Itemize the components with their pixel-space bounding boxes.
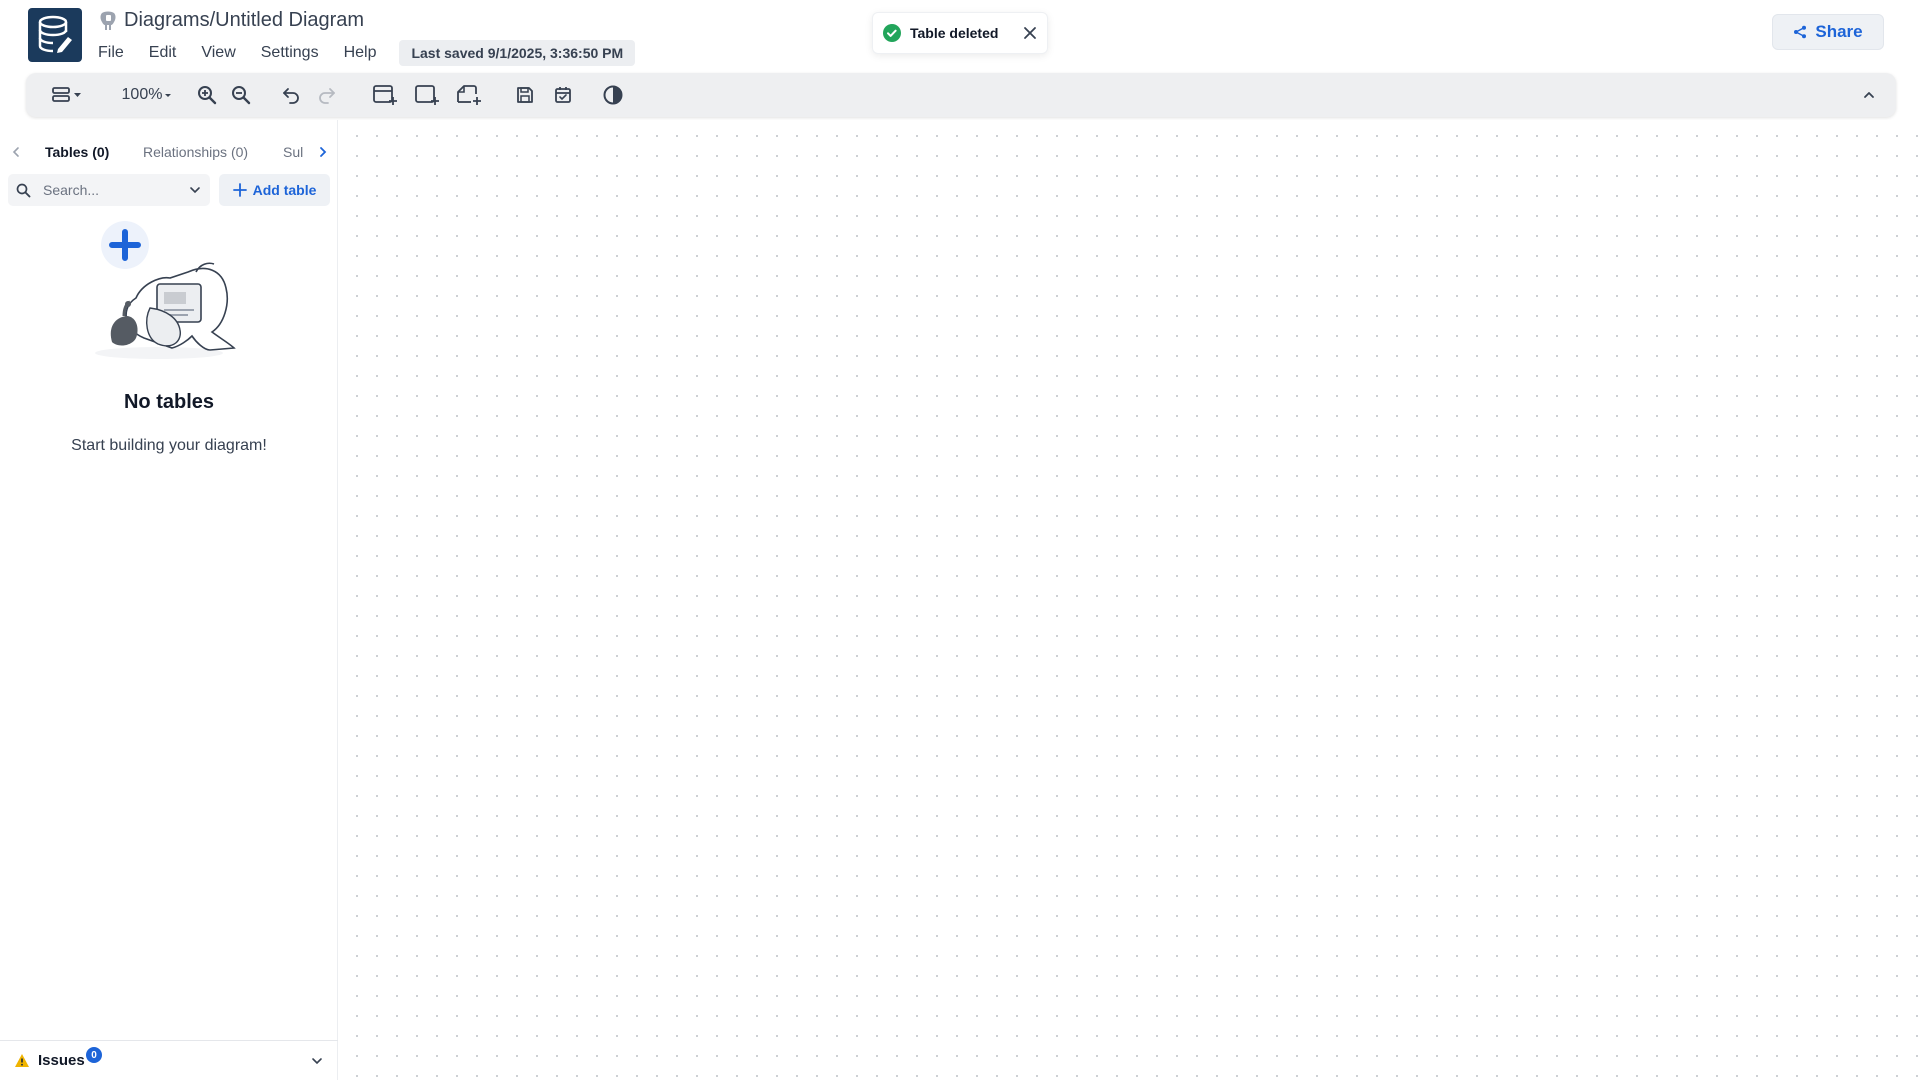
issues-count-badge: 0 xyxy=(86,1047,102,1063)
chevron-up-icon xyxy=(1864,92,1874,98)
table-add-icon xyxy=(373,85,397,105)
issues-panel-toggle[interactable]: Issues 0 xyxy=(0,1040,338,1080)
title-row: Diagrams/Untitled Diagram xyxy=(98,9,364,32)
redo-button[interactable] xyxy=(314,73,340,117)
issues-label: Issues xyxy=(38,1052,85,1069)
note-add-icon xyxy=(457,85,481,105)
app-root: Diagrams/Untitled Diagram File Edit View… xyxy=(0,0,1920,1080)
chevron-left-icon xyxy=(12,147,19,157)
caret-down-icon xyxy=(165,94,172,97)
calendar-check-icon xyxy=(555,87,571,103)
share-label: Share xyxy=(1815,22,1863,41)
search-dropdown-toggle[interactable] xyxy=(188,183,202,197)
contrast-icon xyxy=(603,85,623,105)
save-icon xyxy=(517,87,533,103)
app-header: Diagrams/Untitled Diagram File Edit View… xyxy=(0,0,1920,70)
collapse-toolbar-button[interactable] xyxy=(1856,73,1882,117)
diagram-title[interactable]: Diagrams/Untitled Diagram xyxy=(124,9,364,32)
menu-settings[interactable]: Settings xyxy=(261,44,319,62)
share-icon xyxy=(1794,25,1807,39)
share-button[interactable]: Share xyxy=(1772,14,1884,50)
chevron-right-icon xyxy=(320,147,327,157)
toolbar: 100% xyxy=(26,73,1896,117)
sidebar-tabs: Tables (0) Relationships (0) Sul xyxy=(0,130,338,174)
empty-state-title: No tables xyxy=(123,391,215,413)
app-logo[interactable] xyxy=(28,8,82,62)
check-circle-icon xyxy=(883,24,901,42)
search-icon xyxy=(16,183,31,197)
add-table-button[interactable]: Add table xyxy=(219,174,330,206)
zoom-level: 100% xyxy=(121,86,163,103)
add-table-label: Add table xyxy=(252,182,317,198)
diagram-canvas[interactable] xyxy=(339,120,1920,1080)
close-icon xyxy=(1024,27,1036,39)
area-add-icon xyxy=(415,85,439,105)
empty-state xyxy=(0,220,338,370)
tabs-scroll-left-button[interactable] xyxy=(6,142,26,162)
menu-view[interactable]: View xyxy=(201,44,235,62)
tab-tables[interactable]: Tables (0) xyxy=(45,144,109,160)
undo-icon xyxy=(283,88,299,104)
chevron-down-icon xyxy=(190,187,200,194)
toast-message: Table deleted xyxy=(910,25,999,41)
empty-state-subtitle: Start building your diagram! xyxy=(71,437,267,454)
menu-help[interactable]: Help xyxy=(344,44,377,62)
menu-bar: File Edit View Settings Help Last saved … xyxy=(98,40,636,66)
sidebar: Tables (0) Relationships (0) Sul Search.… xyxy=(0,120,338,1080)
tabs-scroll-right-button[interactable] xyxy=(313,142,333,162)
zoom-in-icon xyxy=(198,86,217,105)
postgres-elephant-icon xyxy=(100,11,116,30)
toast-close-button[interactable] xyxy=(1023,26,1037,40)
zoom-out-icon xyxy=(232,86,251,105)
menu-file[interactable]: File xyxy=(98,44,124,62)
tab-relationships[interactable]: Relationships (0) xyxy=(143,144,248,160)
theme-toggle-button[interactable] xyxy=(600,73,626,117)
layout-menu-button[interactable] xyxy=(48,73,88,117)
warning-icon xyxy=(15,1054,29,1067)
redo-icon xyxy=(319,88,335,104)
empty-state-illustration xyxy=(95,221,236,359)
version-history-button[interactable] xyxy=(550,73,576,117)
database-logo-icon xyxy=(38,15,72,53)
issues-expand-toggle[interactable] xyxy=(310,1054,324,1068)
zoom-out-button[interactable] xyxy=(228,73,254,117)
undo-button[interactable] xyxy=(278,73,304,117)
save-button[interactable] xyxy=(512,73,538,117)
zoom-level-dropdown[interactable]: 100% xyxy=(120,73,176,117)
add-table-toolbar-button[interactable] xyxy=(370,73,400,117)
add-area-button[interactable] xyxy=(412,73,442,117)
last-saved-badge: Last saved 9/1/2025, 3:36:50 PM xyxy=(399,40,636,66)
plus-icon xyxy=(232,183,247,197)
stack-layers-icon xyxy=(52,87,81,102)
toast-notification: Table deleted xyxy=(872,12,1048,54)
table-search xyxy=(8,174,210,206)
tab-subject-areas[interactable]: Sul xyxy=(283,144,305,160)
zoom-in-button[interactable] xyxy=(194,73,220,117)
search-input[interactable] xyxy=(43,182,173,198)
chevron-down-icon xyxy=(312,1057,322,1064)
menu-edit[interactable]: Edit xyxy=(149,44,177,62)
add-note-button[interactable] xyxy=(454,73,484,117)
